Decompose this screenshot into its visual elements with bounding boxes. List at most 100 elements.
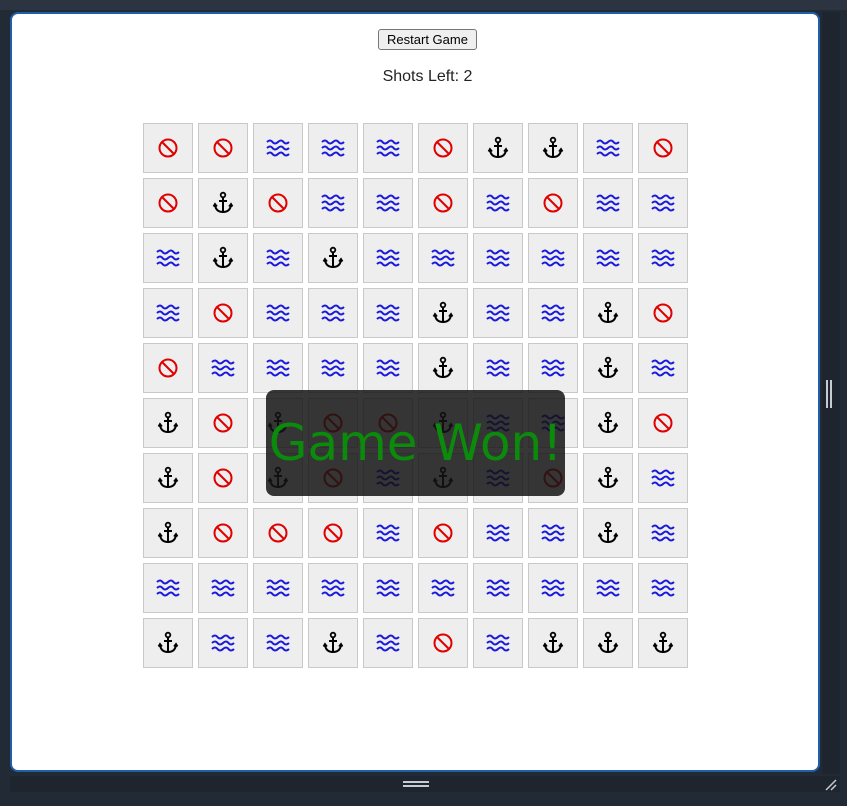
- board-cell[interactable]: [473, 233, 523, 283]
- board-cell[interactable]: [363, 123, 413, 173]
- board-cell[interactable]: [638, 618, 688, 668]
- water-icon: [541, 359, 565, 377]
- anchor-icon: [597, 631, 619, 654]
- resize-grip-icon[interactable]: [822, 776, 838, 792]
- restart-game-button[interactable]: Restart Game: [378, 29, 477, 50]
- side-resize-handle[interactable]: [826, 380, 832, 408]
- board-cell[interactable]: [253, 288, 303, 338]
- board-cell[interactable]: [418, 288, 468, 338]
- board-cell[interactable]: [198, 618, 248, 668]
- board-cell[interactable]: [473, 563, 523, 613]
- board-cell[interactable]: [198, 288, 248, 338]
- board-cell[interactable]: [253, 508, 303, 558]
- board-cell[interactable]: [198, 453, 248, 503]
- board-cell[interactable]: [253, 343, 303, 393]
- board-cell[interactable]: [528, 343, 578, 393]
- board-cell[interactable]: [583, 563, 633, 613]
- board-cell[interactable]: [583, 178, 633, 228]
- board-cell[interactable]: [583, 123, 633, 173]
- board-cell[interactable]: [143, 123, 193, 173]
- board-cell[interactable]: [253, 618, 303, 668]
- water-icon: [486, 634, 510, 652]
- board-cell[interactable]: [638, 343, 688, 393]
- board-cell[interactable]: [363, 508, 413, 558]
- board-cell[interactable]: [143, 618, 193, 668]
- board-cell[interactable]: [143, 288, 193, 338]
- board-cell[interactable]: [198, 508, 248, 558]
- board-cell[interactable]: [308, 618, 358, 668]
- board-cell[interactable]: [583, 398, 633, 448]
- board-cell[interactable]: [363, 178, 413, 228]
- board-cell[interactable]: [473, 288, 523, 338]
- board-cell[interactable]: [308, 123, 358, 173]
- board-cell[interactable]: [363, 233, 413, 283]
- water-icon: [486, 579, 510, 597]
- board-cell[interactable]: [253, 563, 303, 613]
- water-icon: [266, 359, 290, 377]
- board-cell[interactable]: [528, 618, 578, 668]
- board-cell[interactable]: [583, 508, 633, 558]
- board-cell[interactable]: [638, 233, 688, 283]
- board-cell[interactable]: [253, 123, 303, 173]
- board-cell[interactable]: [418, 233, 468, 283]
- board-cell[interactable]: [473, 508, 523, 558]
- board-cell[interactable]: [418, 343, 468, 393]
- board-cell[interactable]: [418, 508, 468, 558]
- water-icon: [431, 579, 455, 597]
- board-cell[interactable]: [638, 288, 688, 338]
- board-cell[interactable]: [308, 563, 358, 613]
- board-cell[interactable]: [473, 123, 523, 173]
- board-cell[interactable]: [253, 178, 303, 228]
- board-cell[interactable]: [143, 343, 193, 393]
- board-cell[interactable]: [473, 178, 523, 228]
- water-icon: [376, 359, 400, 377]
- board-cell[interactable]: [363, 563, 413, 613]
- board-cell[interactable]: [583, 288, 633, 338]
- board-cell[interactable]: [363, 343, 413, 393]
- board-cell[interactable]: [638, 563, 688, 613]
- board-cell[interactable]: [638, 178, 688, 228]
- board-cell[interactable]: [418, 618, 468, 668]
- board-cell[interactable]: [198, 398, 248, 448]
- board-cell[interactable]: [308, 178, 358, 228]
- board-cell[interactable]: [583, 233, 633, 283]
- anchor-icon: [597, 411, 619, 434]
- board-cell[interactable]: [308, 343, 358, 393]
- board-cell[interactable]: [583, 453, 633, 503]
- board-cell[interactable]: [198, 343, 248, 393]
- board-cell[interactable]: [583, 618, 633, 668]
- board-cell[interactable]: [143, 453, 193, 503]
- board-cell[interactable]: [418, 123, 468, 173]
- board-cell[interactable]: [638, 398, 688, 448]
- board-cell[interactable]: [143, 563, 193, 613]
- board-cell[interactable]: [528, 508, 578, 558]
- board-cell[interactable]: [308, 508, 358, 558]
- board-cell[interactable]: [473, 618, 523, 668]
- board-cell[interactable]: [528, 233, 578, 283]
- board-cell[interactable]: [528, 288, 578, 338]
- board-cell[interactable]: [418, 178, 468, 228]
- board-cell[interactable]: [143, 233, 193, 283]
- board-cell[interactable]: [528, 123, 578, 173]
- board-cell[interactable]: [198, 178, 248, 228]
- board-cell[interactable]: [308, 288, 358, 338]
- board-cell[interactable]: [363, 618, 413, 668]
- board-cell[interactable]: [143, 398, 193, 448]
- bottom-resize-handle[interactable]: [403, 781, 429, 787]
- board-cell[interactable]: [198, 563, 248, 613]
- board-cell[interactable]: [473, 343, 523, 393]
- board-cell[interactable]: [308, 233, 358, 283]
- board-cell[interactable]: [583, 343, 633, 393]
- board-cell[interactable]: [418, 563, 468, 613]
- board-cell[interactable]: [638, 123, 688, 173]
- board-cell[interactable]: [528, 178, 578, 228]
- board-cell[interactable]: [143, 178, 193, 228]
- board-cell[interactable]: [638, 453, 688, 503]
- board-cell[interactable]: [198, 123, 248, 173]
- board-cell[interactable]: [253, 233, 303, 283]
- board-cell[interactable]: [528, 563, 578, 613]
- board-cell[interactable]: [638, 508, 688, 558]
- board-cell[interactable]: [198, 233, 248, 283]
- board-cell[interactable]: [143, 508, 193, 558]
- board-cell[interactable]: [363, 288, 413, 338]
